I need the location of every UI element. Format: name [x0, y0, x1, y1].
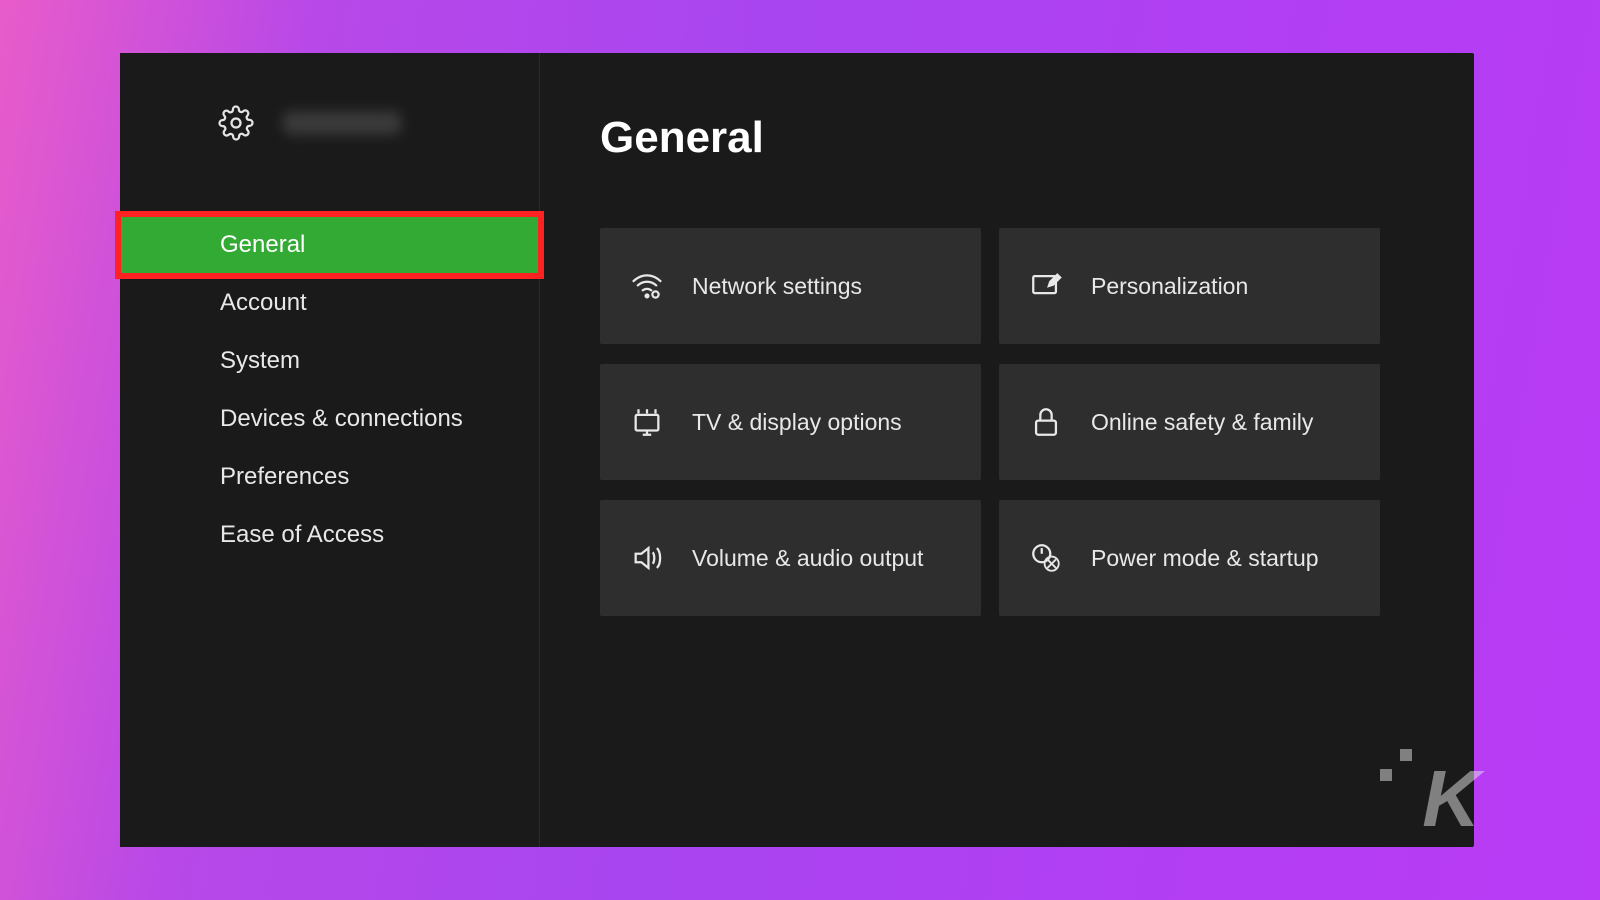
sidebar-item-general[interactable]: General [120, 216, 539, 274]
tiles-grid: Network settings Personalization [600, 228, 1380, 616]
sidebar-item-label: Devices & connections [220, 405, 463, 433]
sidebar: General Account System Devices & connect… [120, 53, 540, 847]
tile-tv-display-options[interactable]: TV & display options [600, 364, 981, 480]
tile-volume-audio-output[interactable]: Volume & audio output [600, 500, 981, 616]
tile-personalization[interactable]: Personalization [999, 228, 1380, 344]
display-icon [630, 405, 664, 439]
tile-online-safety-family[interactable]: Online safety & family [999, 364, 1380, 480]
tile-label: Power mode & startup [1091, 545, 1319, 572]
sidebar-item-ease-of-access[interactable]: Ease of Access [120, 506, 539, 564]
main-content: General Network settings [540, 53, 1474, 847]
sidebar-item-label: Ease of Access [220, 521, 384, 549]
sidebar-item-system[interactable]: System [120, 332, 539, 390]
sidebar-item-label: Preferences [220, 463, 349, 491]
sidebar-header [120, 105, 539, 141]
sidebar-item-devices[interactable]: Devices & connections [120, 390, 539, 448]
username-blurred [282, 111, 402, 135]
tile-network-settings[interactable]: Network settings [600, 228, 981, 344]
network-icon [630, 269, 664, 303]
tile-label: TV & display options [692, 409, 902, 436]
page-title: General [600, 113, 1414, 163]
tile-label: Personalization [1091, 273, 1248, 300]
settings-window: General Account System Devices & connect… [120, 53, 1474, 847]
power-icon [1029, 541, 1063, 575]
volume-icon [630, 541, 664, 575]
lock-icon [1029, 405, 1063, 439]
tile-label: Online safety & family [1091, 409, 1313, 436]
tile-label: Volume & audio output [692, 545, 923, 572]
sidebar-item-label: Account [220, 289, 307, 317]
tile-label: Network settings [692, 273, 862, 300]
personalization-icon [1029, 269, 1063, 303]
sidebar-item-label: System [220, 347, 300, 375]
sidebar-item-account[interactable]: Account [120, 274, 539, 332]
sidebar-item-label: General [220, 231, 305, 259]
tile-power-mode-startup[interactable]: Power mode & startup [999, 500, 1380, 616]
gear-icon [218, 105, 254, 141]
sidebar-item-preferences[interactable]: Preferences [120, 448, 539, 506]
